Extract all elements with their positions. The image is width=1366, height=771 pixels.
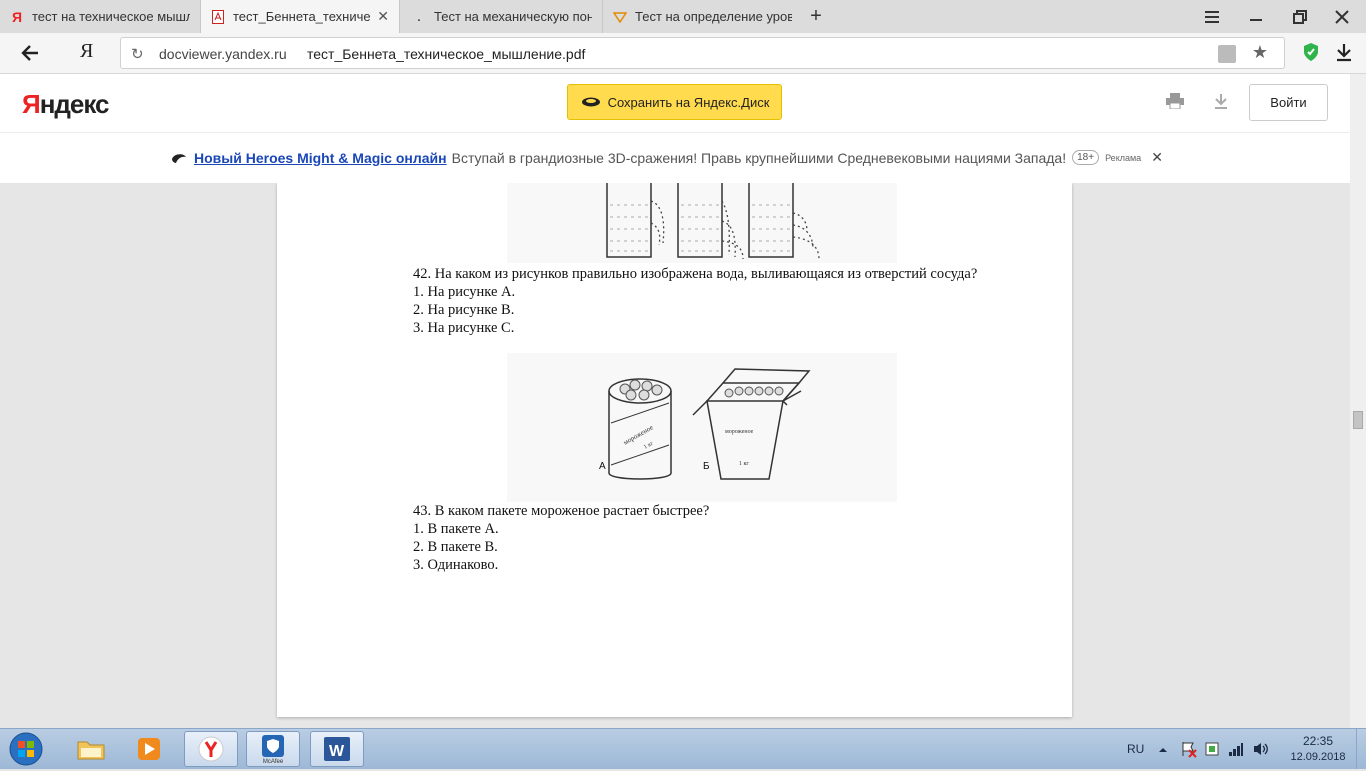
- show-hidden-icons-icon[interactable]: [1158, 743, 1168, 758]
- bookmark-star-icon[interactable]: ★: [1252, 42, 1268, 63]
- folder-icon: [77, 741, 105, 760]
- windows-taskbar: McAfee W RU 22:35 12.09.2018: [0, 728, 1366, 769]
- vertical-scrollbar[interactable]: [1350, 74, 1366, 728]
- mcafee-label: McAfee: [262, 759, 284, 765]
- explorer-taskbar-button[interactable]: [64, 731, 118, 767]
- minimize-icon[interactable]: [1236, 0, 1276, 33]
- ad-text[interactable]: Вступай в грандиозные 3D-сражения! Правь…: [452, 150, 1067, 166]
- login-button[interactable]: Войти: [1249, 84, 1328, 121]
- menu-icon[interactable]: [1192, 0, 1232, 33]
- close-window-icon[interactable]: [1322, 0, 1362, 33]
- logo-rest: ндекс: [39, 89, 110, 119]
- save-button-label: Сохранить на Яндекс.Диск: [607, 94, 770, 110]
- close-tab-icon[interactable]: ✕: [377, 8, 389, 25]
- tab-title: тест_Беннета_техническо: [233, 9, 371, 24]
- yandex-browser-icon: [198, 736, 224, 762]
- question-43-option-3: 3. Одинаково.: [413, 557, 499, 573]
- yandex-icon: Я: [11, 8, 23, 25]
- ad-link[interactable]: Новый Heroes Might & Magic онлайн: [194, 150, 447, 166]
- scrollbar-thumb[interactable]: [1353, 411, 1363, 429]
- show-desktop-button[interactable]: [1356, 729, 1366, 769]
- logo-first-letter: Я: [22, 89, 41, 119]
- download-icon[interactable]: [1213, 93, 1229, 109]
- protect-shield-icon[interactable]: [1302, 42, 1320, 62]
- tab-mechanical-test[interactable]: . Тест на механическую пони: [402, 0, 602, 33]
- question-43-option-1: 1. В пакете А.: [413, 521, 499, 537]
- box-label: мороженое: [725, 429, 754, 435]
- question-42-text: 42. На каком из рисунков правильно изобр…: [413, 266, 978, 282]
- dot-icon: .: [416, 7, 422, 25]
- question-42-option-2: 2. На рисунке В.: [413, 302, 515, 318]
- tab-yandex-search[interactable]: Я тест на техническое мышле: [0, 0, 200, 33]
- vessels-illustration: [507, 183, 897, 263]
- reload-icon[interactable]: ↻: [131, 45, 144, 63]
- yandex-logo[interactable]: Яндекс: [22, 89, 109, 120]
- system-clock[interactable]: 22:35 12.09.2018: [1288, 733, 1348, 765]
- action-center-flag-icon[interactable]: [1180, 740, 1198, 761]
- network-device-icon[interactable]: [1204, 740, 1220, 761]
- mcafee-taskbar-button[interactable]: McAfee: [246, 731, 300, 767]
- save-to-disk-button[interactable]: Сохранить на Яндекс.Диск: [567, 84, 782, 120]
- question-42: 42. На каком из рисунков правильно изобр…: [388, 265, 1017, 337]
- back-arrow-icon[interactable]: [18, 42, 44, 64]
- volume-icon[interactable]: [1252, 741, 1270, 760]
- label-b: Б: [703, 461, 710, 472]
- label-a: А: [599, 461, 606, 472]
- signal-bars-icon[interactable]: [1228, 741, 1244, 760]
- pdf-page: 42. На каком из рисунков правильно изобр…: [277, 183, 1072, 717]
- navigation-bar: Я ↻ docviewer.yandex.ru тест_Беннета_тех…: [0, 33, 1366, 74]
- word-taskbar-button[interactable]: W: [310, 731, 364, 767]
- tab-title: тест на техническое мышле: [32, 9, 190, 24]
- svg-text:W: W: [329, 743, 345, 760]
- pdf-icon: [211, 9, 225, 24]
- tab-title: Тест на механическую пони: [434, 9, 592, 24]
- age-badge: 18+: [1072, 150, 1100, 165]
- question-43: 43. В каком пакете мороженое растает быс…: [388, 502, 1017, 574]
- url-path: тест_Беннета_техническое_мышление.pdf: [307, 46, 586, 62]
- language-indicator[interactable]: RU: [1127, 729, 1144, 769]
- downloads-icon[interactable]: [1335, 42, 1353, 62]
- question-43-text: 43. В каком пакете мороженое растает быс…: [413, 503, 710, 519]
- ad-label: Реклама: [1105, 152, 1142, 163]
- url-domain: docviewer.yandex.ru: [159, 46, 287, 62]
- clock-date: 12.09.2018: [1290, 751, 1346, 763]
- docviewer-header: Яндекс Сохранить на Яндекс.Диск Войти: [0, 74, 1366, 132]
- address-bar[interactable]: ↻ docviewer.yandex.ru тест_Беннета_техни…: [120, 37, 1285, 69]
- game-logo-icon: [172, 153, 186, 163]
- lock-icon[interactable]: [1218, 45, 1236, 63]
- restore-icon[interactable]: [1280, 0, 1320, 33]
- start-button[interactable]: [4, 730, 48, 768]
- print-icon[interactable]: [1166, 93, 1184, 110]
- yandex-home-button[interactable]: Я: [80, 40, 93, 63]
- tab-pdf-active[interactable]: тест_Беннета_техническо ✕: [200, 0, 400, 33]
- tab-title: Тест на определение уровн: [635, 9, 792, 24]
- ad-banner: Новый Heroes Might & Magic онлайн Вступа…: [0, 132, 1366, 184]
- new-tab-button[interactable]: +: [806, 0, 826, 33]
- media-player-icon: [138, 738, 160, 760]
- word-icon: W: [324, 737, 350, 761]
- clock-time: 22:35: [1302, 734, 1334, 748]
- ice-cream-packages-illustration: мороженое 1 кг А мороженое 1 кг Б: [507, 353, 897, 502]
- yandex-browser-taskbar-button[interactable]: [184, 731, 238, 767]
- document-viewport[interactable]: 42. На каком из рисунков правильно изобр…: [0, 183, 1366, 728]
- tab-strip: Я тест на техническое мышле тест_Беннета…: [0, 0, 1366, 34]
- question-43-option-2: 2. В пакете В.: [413, 539, 498, 555]
- question-42-option-1: 1. На рисунке А.: [413, 284, 516, 300]
- close-ad-icon[interactable]: ✕: [1151, 149, 1163, 166]
- arrow-icon: [613, 10, 627, 24]
- tab-level-test[interactable]: Тест на определение уровн: [602, 0, 802, 33]
- question-42-option-3: 3. На рисунке С.: [413, 320, 515, 336]
- disk-icon: [581, 97, 600, 107]
- media-player-taskbar-button[interactable]: [122, 731, 176, 767]
- box-weight: 1 кг: [739, 461, 749, 467]
- can-weight: 1 кг: [643, 440, 655, 450]
